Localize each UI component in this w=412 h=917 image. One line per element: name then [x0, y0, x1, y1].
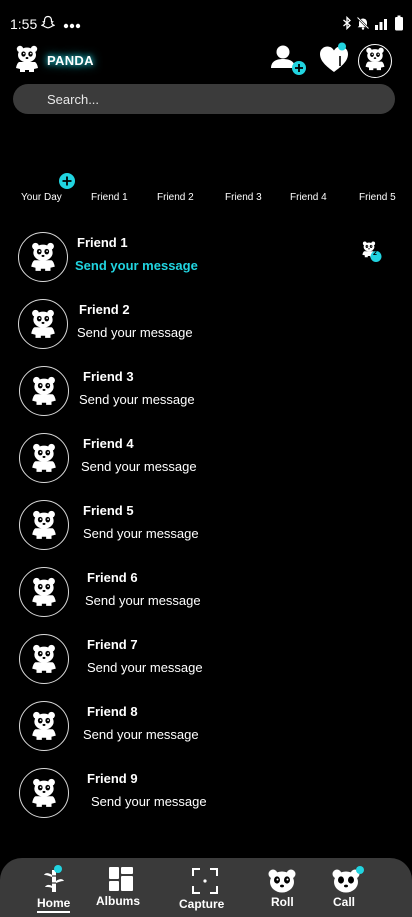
- chat-item[interactable]: Friend 4 Send your message: [0, 431, 412, 491]
- panda-avatar-icon: [31, 309, 55, 338]
- profile-button[interactable]: [358, 44, 392, 78]
- chat-message: Send your message: [75, 258, 198, 273]
- chat-message: Send your message: [85, 593, 201, 608]
- chat-item[interactable]: Friend 7 Send your message: [0, 632, 412, 692]
- chat-item[interactable]: Friend 1 Send your message: [0, 230, 412, 290]
- nav-roll-label: Roll: [271, 895, 294, 909]
- chat-message: Send your message: [83, 727, 199, 742]
- panda-avatar-icon: [32, 644, 56, 673]
- avatar: [19, 567, 69, 617]
- avatar: [19, 634, 69, 684]
- chat-item[interactable]: Friend 2 Send your message: [0, 297, 412, 357]
- nav-home-label: Home: [37, 896, 71, 913]
- chat-message: Send your message: [81, 459, 197, 474]
- nav-capture-label: Capture: [179, 897, 225, 911]
- search-bar: [13, 84, 395, 114]
- unread-badge: 2: [360, 240, 384, 264]
- signal-icon: [374, 16, 390, 35]
- story-friend-4[interactable]: Friend 4: [290, 192, 327, 203]
- avatar: [19, 500, 69, 550]
- chat-name: Friend 9: [87, 771, 138, 786]
- chat-item[interactable]: Friend 6 Send your message: [0, 565, 412, 625]
- nav-albums-label: Albums: [96, 894, 141, 908]
- panda-avatar-icon: [32, 711, 56, 740]
- chat-name: Friend 2: [79, 302, 130, 317]
- status-bar: 1:55: [0, 0, 412, 46]
- chat-message: Send your message: [79, 392, 195, 407]
- story-your-day[interactable]: Your Day: [21, 192, 62, 203]
- panda-avatar-icon: [32, 778, 56, 807]
- add-friend-icon: [268, 45, 308, 80]
- avatar: [19, 768, 69, 818]
- stories-row: Your Day Friend 1 Friend 2 Friend 3 Frie…: [0, 170, 412, 210]
- avatar: [18, 299, 68, 349]
- panda-avatar-icon: [32, 577, 56, 606]
- panda-avatar-icon: [31, 242, 55, 271]
- add-friend-button[interactable]: [268, 44, 308, 76]
- avatar: [19, 433, 69, 483]
- panda-avatar-icon: [32, 510, 56, 539]
- chat-item[interactable]: Friend 5 Send your message: [0, 498, 412, 558]
- avatar: [19, 366, 69, 416]
- chat-name: Friend 6: [87, 570, 138, 585]
- grid-icon: [108, 866, 134, 897]
- home-indicator-dot: [54, 865, 62, 873]
- chat-name: Friend 4: [83, 436, 134, 451]
- nav-call[interactable]: Call: [326, 858, 366, 917]
- chat-item[interactable]: Friend 9 Send your message: [0, 766, 412, 826]
- chat-name: Friend 1: [77, 235, 128, 250]
- nav-albums[interactable]: Albums: [94, 858, 148, 917]
- story-friend-5[interactable]: Friend 5: [359, 192, 396, 203]
- chat-message: Send your message: [77, 325, 193, 340]
- chat-item[interactable]: Friend 3 Send your message: [0, 364, 412, 424]
- chat-message: Send your message: [91, 794, 207, 809]
- avatar: [19, 701, 69, 751]
- bluetooth-icon: [342, 15, 352, 35]
- battery-icon: [394, 15, 404, 36]
- call-indicator-dot: [356, 866, 364, 874]
- nav-roll[interactable]: Roll: [260, 858, 306, 917]
- heart-icon: [318, 42, 350, 80]
- favorites-button[interactable]: [318, 42, 350, 76]
- panda-avatar-icon: [32, 443, 56, 472]
- chat-message: Send your message: [87, 660, 203, 675]
- unread-count: 2: [373, 250, 377, 257]
- profile-panda-icon: [363, 47, 387, 76]
- bell-muted-icon: [356, 16, 370, 35]
- snapchat-ghost-icon: [40, 15, 56, 34]
- panda-notification-icon: [362, 241, 382, 262]
- nav-call-label: Call: [333, 895, 356, 909]
- nav-home[interactable]: Home: [30, 858, 82, 917]
- chat-name: Friend 7: [87, 637, 138, 652]
- panda-logo-icon[interactable]: [12, 44, 42, 76]
- chat-item[interactable]: Friend 8 Send your message: [0, 699, 412, 759]
- chat-name: Friend 5: [83, 503, 134, 518]
- chat-name: Friend 3: [83, 369, 134, 384]
- camera-frame-icon: [192, 868, 218, 899]
- add-story-button[interactable]: [59, 173, 75, 189]
- chat-name: Friend 8: [87, 704, 138, 719]
- story-friend-2[interactable]: Friend 2: [157, 192, 194, 203]
- app-name: PANDA: [47, 53, 94, 68]
- story-friend-3[interactable]: Friend 3: [225, 192, 262, 203]
- search-input[interactable]: [13, 84, 395, 114]
- story-friend-1[interactable]: Friend 1: [91, 192, 128, 203]
- avatar: [18, 232, 68, 282]
- nav-capture[interactable]: Capture: [174, 858, 234, 917]
- status-time: 1:55: [10, 16, 38, 32]
- more-dots-icon: [63, 16, 81, 34]
- bottom-nav: Home Albums Capture Roll Call: [0, 858, 412, 917]
- chat-message: Send your message: [83, 526, 199, 541]
- panda-avatar-icon: [32, 376, 56, 405]
